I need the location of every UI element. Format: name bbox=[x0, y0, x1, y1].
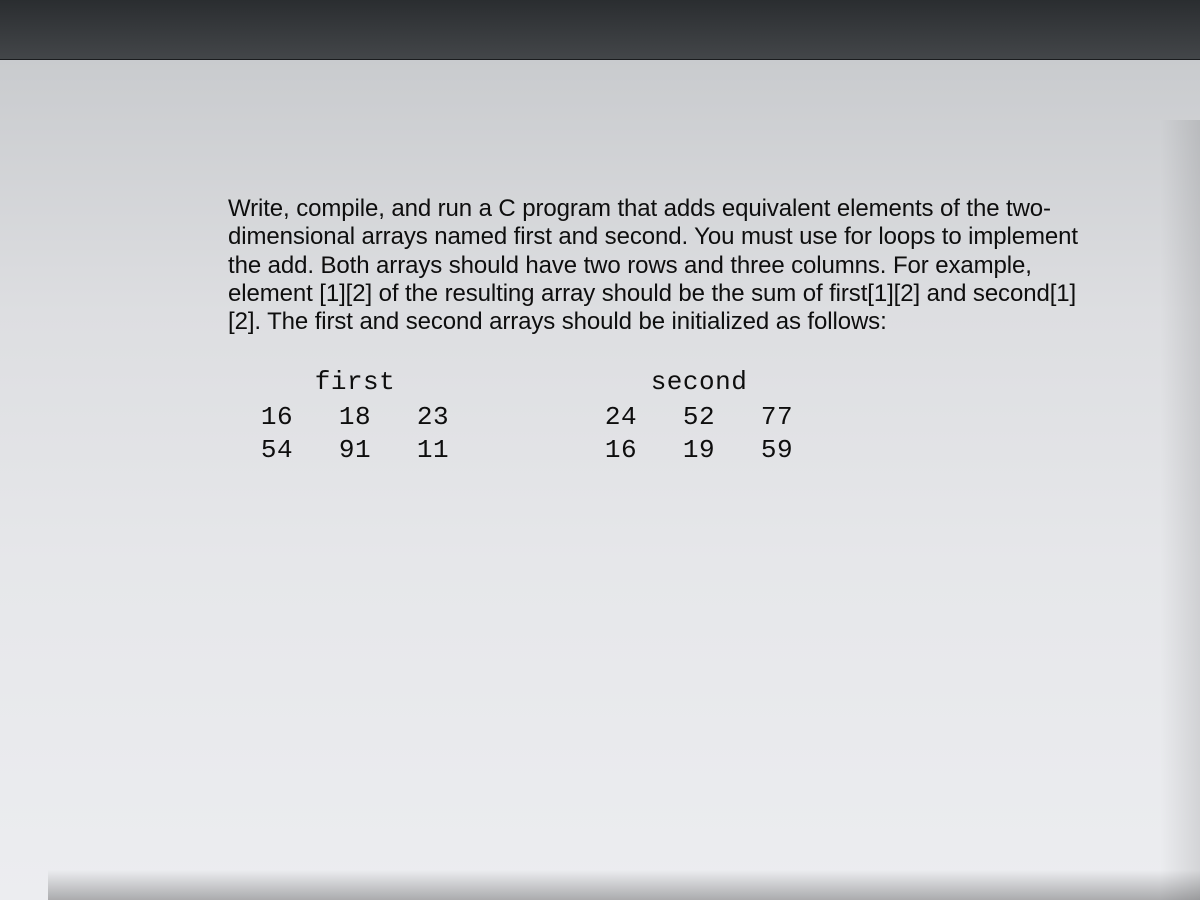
array-second-cell-1-1: 19 bbox=[660, 434, 738, 468]
array-first-cell-0-0: 16 bbox=[238, 401, 316, 435]
array-first-cell-0-2: 23 bbox=[394, 401, 472, 435]
table-row: 16 18 23 bbox=[238, 401, 472, 435]
bottom-edge-shadow bbox=[48, 870, 1200, 900]
array-first-cell-1-0: 54 bbox=[238, 434, 316, 468]
array-first-cell-1-1: 91 bbox=[316, 434, 394, 468]
array-second-cell-0-0: 24 bbox=[582, 401, 660, 435]
screen-top-bezel bbox=[0, 0, 1200, 60]
right-edge-shadow bbox=[1160, 120, 1200, 900]
problem-statement: Write, compile, and run a C program that… bbox=[228, 195, 1100, 337]
array-second-cell-1-0: 16 bbox=[582, 434, 660, 468]
document-content: Write, compile, and run a C program that… bbox=[228, 195, 1100, 468]
arrays-container: first 16 18 23 54 91 11 second 24 52 77 bbox=[238, 367, 1100, 469]
page-surface: Write, compile, and run a C program that… bbox=[0, 60, 1200, 900]
array-first-label: first bbox=[238, 367, 472, 397]
array-second: second 24 52 77 16 19 59 bbox=[582, 367, 816, 469]
table-row: 24 52 77 bbox=[582, 401, 816, 435]
array-second-cell-1-2: 59 bbox=[738, 434, 816, 468]
table-row: 16 19 59 bbox=[582, 434, 816, 468]
array-second-cell-0-1: 52 bbox=[660, 401, 738, 435]
array-first-cell-1-2: 11 bbox=[394, 434, 472, 468]
array-first: first 16 18 23 54 91 11 bbox=[238, 367, 472, 469]
array-second-cell-0-2: 77 bbox=[738, 401, 816, 435]
table-row: 54 91 11 bbox=[238, 434, 472, 468]
array-second-label: second bbox=[582, 367, 816, 397]
array-first-cell-0-1: 18 bbox=[316, 401, 394, 435]
